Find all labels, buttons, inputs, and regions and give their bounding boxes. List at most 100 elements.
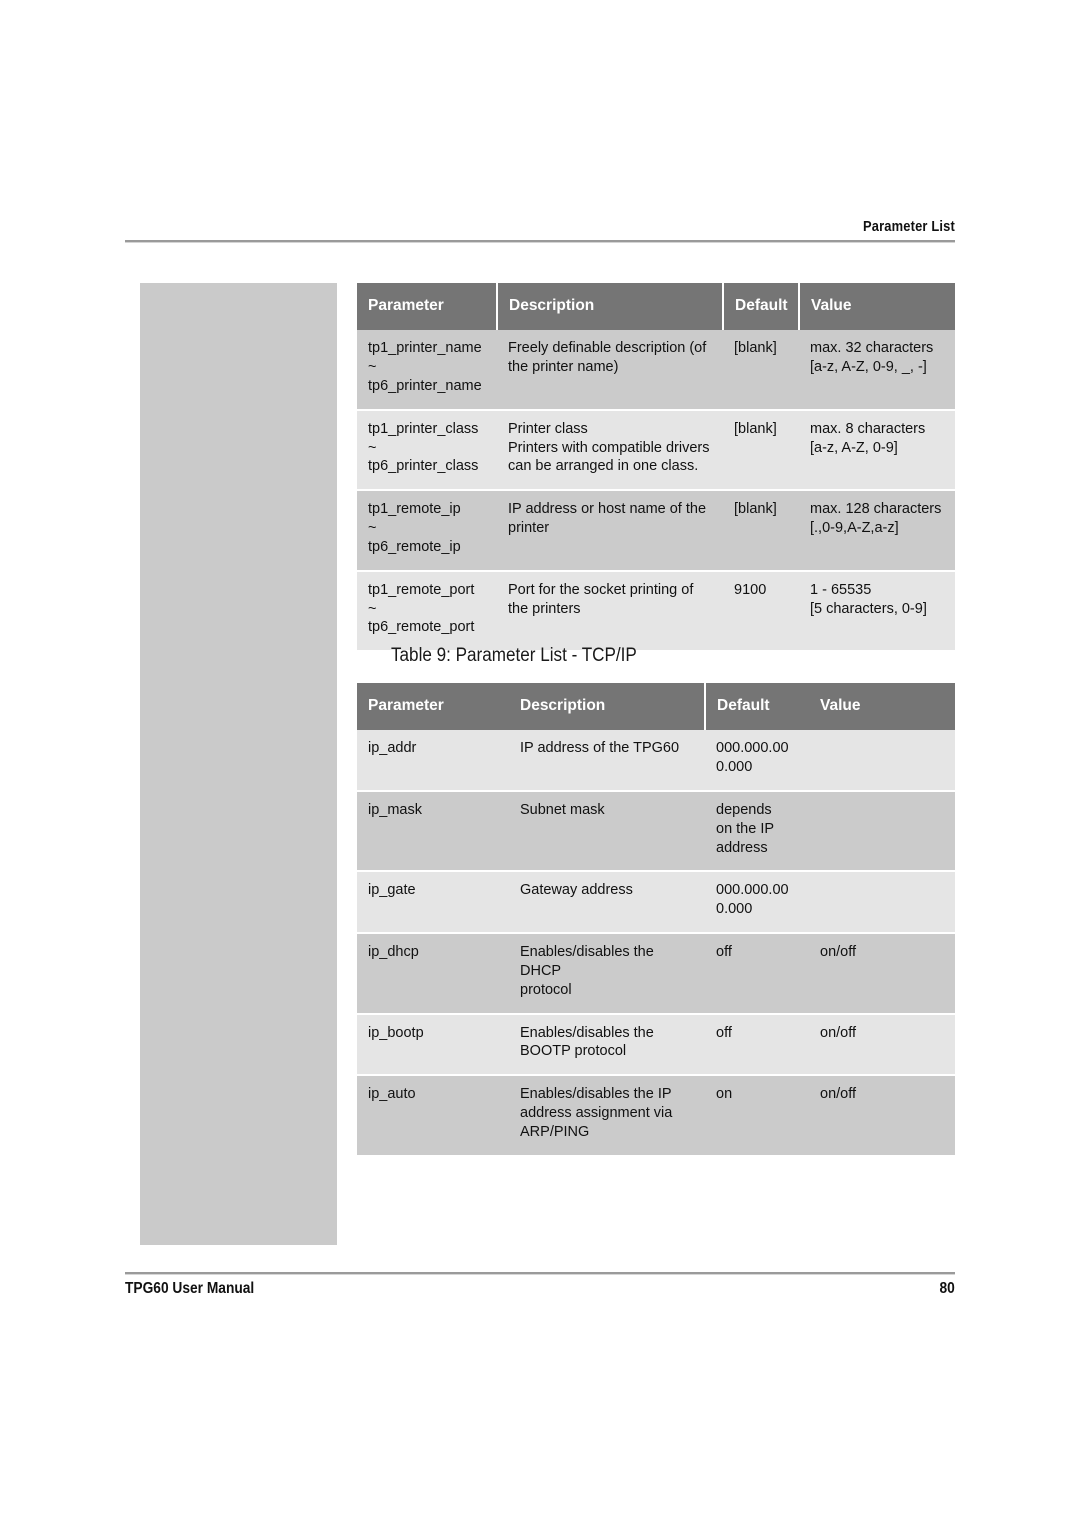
table-cell-value: on/off xyxy=(809,1013,955,1077)
table-cell-parameter: ip_auto xyxy=(357,1075,509,1155)
cell-line: address xyxy=(716,839,768,856)
margin-decoration-block xyxy=(140,283,337,1245)
table-cell-value: max. 8 characters [a-z, A-Z, 0-9] xyxy=(799,409,955,492)
cell-line: protocol xyxy=(520,981,572,998)
table-cell-description: Enables/disables the BOOTP protocol xyxy=(509,1013,705,1077)
table-cell-default: on xyxy=(705,1075,809,1155)
column-header-default: Default xyxy=(723,283,800,331)
table-cell-description: Enables/disables the IP address assignmen… xyxy=(509,1075,705,1155)
cell-line: max. 8 characters xyxy=(810,420,926,437)
table-cell-description: Gateway address xyxy=(509,871,705,935)
tcpip-parameter-table: Parameter Description Default Value ip_a… xyxy=(357,683,955,1155)
table-row: tp1_remote_ip ~ tp6_remote_ip IP address or… xyxy=(357,490,955,572)
column-header-parameter: Parameter xyxy=(357,683,509,731)
cell-line: on/off xyxy=(820,1024,857,1041)
cell-line: tp1_remote_ip xyxy=(368,501,461,518)
table-cell-default: [blank] xyxy=(723,330,799,411)
cell-line: max. 32 characters xyxy=(810,340,934,357)
table-cell-parameter: ip_mask xyxy=(357,790,509,873)
table-cell-value: on/off xyxy=(809,1075,955,1155)
table-row: ip_addr IP address of the TPG60 000.000.00… xyxy=(357,730,955,792)
column-header-value: Value xyxy=(809,683,955,731)
column-header-description: Description xyxy=(509,683,706,731)
column-header-default: Default xyxy=(705,683,809,731)
table-cell-parameter: ip_addr xyxy=(357,730,509,792)
table-caption: Table 9: Parameter List - TCP/IP xyxy=(391,645,637,666)
cell-line: Printer class xyxy=(508,420,588,437)
table-cell-default: 000.000.00 0.000 xyxy=(705,871,809,935)
table-header-row: Parameter Description Default Value xyxy=(357,283,955,331)
table-row: ip_gate Gateway address 000.000.00 0.000 xyxy=(357,871,955,935)
cell-line: IP address of the TPG60 xyxy=(520,740,680,757)
column-header-parameter: Parameter xyxy=(357,283,498,331)
cell-line xyxy=(820,801,945,820)
cell-line: Subnet mask xyxy=(520,801,605,818)
cell-line: ARP/PING xyxy=(520,1123,590,1140)
table-cell-default: off xyxy=(705,1013,809,1077)
column-header-description: Description xyxy=(497,283,724,331)
cell-line: 0.000 xyxy=(716,901,753,918)
cell-line: tp6_remote_port xyxy=(368,619,475,636)
table-cell-default: depends on the IP address xyxy=(705,790,809,873)
cell-line: on xyxy=(716,1086,733,1103)
table-row: ip_bootp Enables/disables the BOOTP protoc… xyxy=(357,1013,955,1077)
footer-rule xyxy=(125,1272,955,1275)
cell-line: ~ xyxy=(368,439,377,456)
cell-line: ip_dhcp xyxy=(368,944,419,961)
cell-line: Enables/disables the DHCP xyxy=(520,944,654,979)
cell-line: [blank] xyxy=(734,501,777,518)
cell-line: ip_addr xyxy=(368,740,417,757)
cell-line: on/off xyxy=(820,944,857,961)
cell-line: off xyxy=(716,944,732,961)
table-cell-parameter: ip_bootp xyxy=(357,1013,509,1077)
cell-line: on the IP xyxy=(716,820,775,837)
column-header-value: Value xyxy=(799,283,955,331)
table-cell-value: max. 128 characters [.,0-9,A-Z,a-z] xyxy=(799,490,955,572)
cell-line: Enables/disables the IP xyxy=(520,1086,672,1103)
cell-line: ip_mask xyxy=(368,801,422,818)
table-cell-value: 1 - 65535 [5 characters, 0-9] xyxy=(799,570,955,651)
cell-line: tp6_printer_name xyxy=(368,377,482,394)
table-cell-parameter: tp1_printer_name ~ tp6_printer_name xyxy=(357,330,497,411)
table-cell-parameter: tp1_printer_class ~ tp6_printer_class xyxy=(357,409,497,492)
footer-manual-title: TPG60 User Manual xyxy=(125,1280,255,1297)
cell-line: [a-z, A-Z, 0-9] xyxy=(810,439,898,456)
table-cell-description: Printer class Printers with compatible dr… xyxy=(497,409,723,492)
table-row: tp1_remote_port ~ tp6_remote_port Port for … xyxy=(357,570,955,651)
cell-line: Gateway address xyxy=(520,882,633,899)
cell-line: can be arranged in one class. xyxy=(508,458,699,475)
printer-parameter-table-body: tp1_printer_name ~ tp6_printer_name Freely … xyxy=(357,330,955,651)
table-cell-default: 9100 xyxy=(723,570,799,651)
cell-line: [blank] xyxy=(734,420,777,437)
table-cell-parameter: ip_gate xyxy=(357,871,509,935)
table-cell-default: [blank] xyxy=(723,490,799,572)
cell-line: ~ xyxy=(368,600,377,617)
cell-line: [.,0-9,A-Z,a-z] xyxy=(810,520,899,537)
cell-line: [5 characters, 0-9] xyxy=(810,600,927,617)
cell-line: ip_bootp xyxy=(368,1024,424,1041)
table-header-row: Parameter Description Default Value xyxy=(357,683,955,731)
cell-line: the printer name) xyxy=(508,358,619,375)
table-cell-value: on/off xyxy=(809,933,955,1015)
cell-line: 000.000.00 xyxy=(716,740,789,757)
table-row: tp1_printer_class ~ tp6_printer_class Print… xyxy=(357,409,955,492)
table-cell-description: Port for the socket printing of the print… xyxy=(497,570,723,651)
table-cell-description: Enables/disables the DHCP protocol xyxy=(509,933,705,1015)
printer-parameter-table: Parameter Description Default Value tp1_… xyxy=(357,283,955,651)
cell-line: tp1_printer_name xyxy=(368,340,482,357)
cell-line: Freely definable description (of xyxy=(508,340,707,357)
cell-line: off xyxy=(716,1024,732,1041)
cell-line: IP address or host name of the xyxy=(508,501,707,518)
cell-line: tp6_printer_class xyxy=(368,458,479,475)
cell-line: ~ xyxy=(368,520,377,537)
table-cell-value: max. 32 characters [a-z, A-Z, 0-9, _, -] xyxy=(799,330,955,411)
cell-line: BOOTP protocol xyxy=(520,1043,627,1060)
cell-line: [a-z, A-Z, 0-9, _, -] xyxy=(810,358,927,375)
table-cell-value xyxy=(809,790,955,873)
cell-line: tp1_remote_port xyxy=(368,581,475,598)
table-cell-description: IP address of the TPG60 xyxy=(509,730,705,792)
table-cell-parameter: tp1_remote_port ~ tp6_remote_port xyxy=(357,570,497,651)
table-row: ip_dhcp Enables/disables the DHCP protocol… xyxy=(357,933,955,1015)
table-row: tp1_printer_name ~ tp6_printer_name Freely … xyxy=(357,330,955,411)
table-cell-value xyxy=(809,730,955,792)
